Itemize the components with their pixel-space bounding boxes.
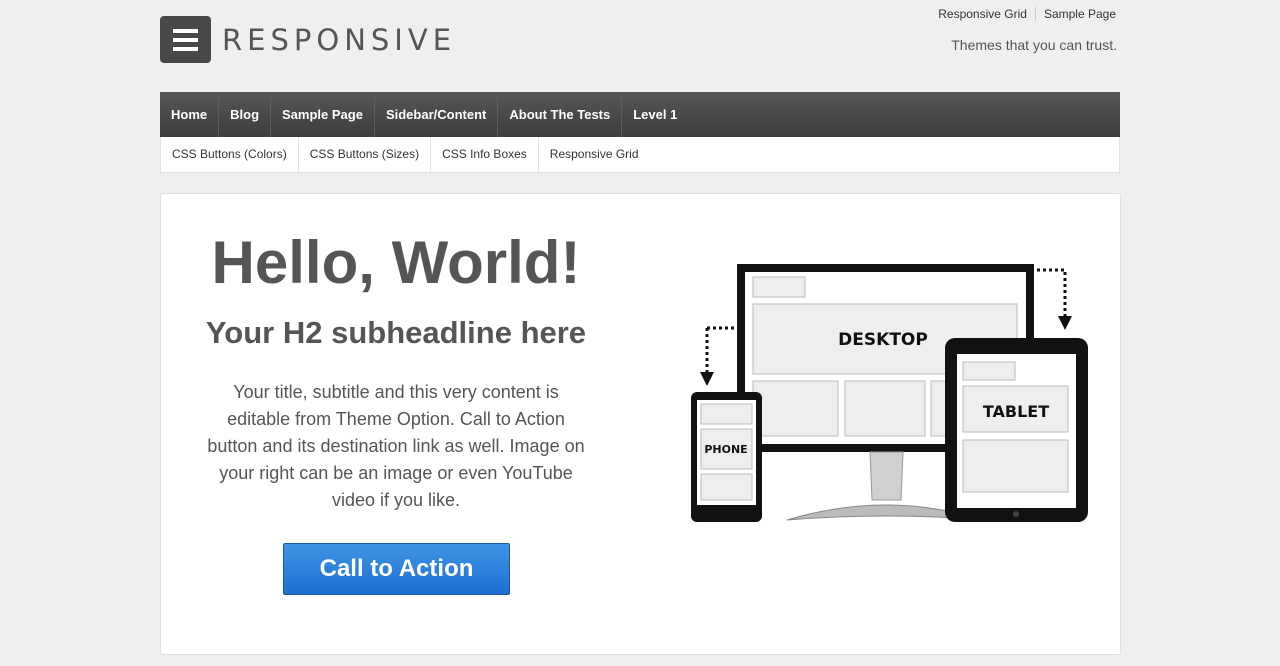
hero-body: Your title, subtitle and this very conte… xyxy=(207,382,585,510)
sub-menu-css-info-boxes[interactable]: CSS Info Boxes xyxy=(431,137,539,172)
tablet-label: TABLET xyxy=(983,402,1049,421)
main-menu-blog[interactable]: Blog xyxy=(219,92,272,137)
call-to-action-button[interactable]: Call to Action xyxy=(283,543,510,595)
top-menu: Responsive Grid Sample Page xyxy=(930,7,1116,21)
hero-heading: Hello, World! xyxy=(211,229,581,296)
top-menu-responsive-grid[interactable]: Responsive Grid xyxy=(930,7,1035,21)
main-menu: Home Blog Sample Page Sidebar/Content Ab… xyxy=(160,92,1120,137)
phone-illustration: PHONE xyxy=(691,392,762,522)
hero-section: Hello, World! Your H2 subheadline here Y… xyxy=(160,193,1121,655)
sub-menu-css-buttons-sizes[interactable]: CSS Buttons (Sizes) xyxy=(299,137,432,172)
site-title: RESPONSIVE xyxy=(222,22,457,57)
site-tagline: Themes that you can trust. xyxy=(951,37,1117,53)
sub-menu-css-buttons-colors[interactable]: CSS Buttons (Colors) xyxy=(161,137,299,172)
main-menu-level-1[interactable]: Level 1 xyxy=(622,92,688,137)
sub-menu: CSS Buttons (Colors) CSS Buttons (Sizes)… xyxy=(160,137,1120,173)
sub-menu-responsive-grid[interactable]: Responsive Grid xyxy=(539,137,650,172)
site-logo[interactable]: RESPONSIVE xyxy=(160,16,456,63)
main-menu-sample-page[interactable]: Sample Page xyxy=(271,92,375,137)
menu-icon xyxy=(160,16,211,63)
tablet-illustration: TABLET xyxy=(945,338,1088,522)
responsive-devices-image: DESKTOP PHONE TABLET xyxy=(691,264,1088,522)
phone-label: PHONE xyxy=(704,443,747,456)
hero-subheading: Your H2 subheadline here xyxy=(205,315,587,350)
top-menu-sample-page[interactable]: Sample Page xyxy=(1034,7,1116,21)
desktop-label: DESKTOP xyxy=(838,330,928,350)
main-menu-sidebar-content[interactable]: Sidebar/Content xyxy=(375,92,499,137)
main-menu-home[interactable]: Home xyxy=(160,92,220,137)
main-menu-about-the-tests[interactable]: About The Tests xyxy=(498,92,623,137)
